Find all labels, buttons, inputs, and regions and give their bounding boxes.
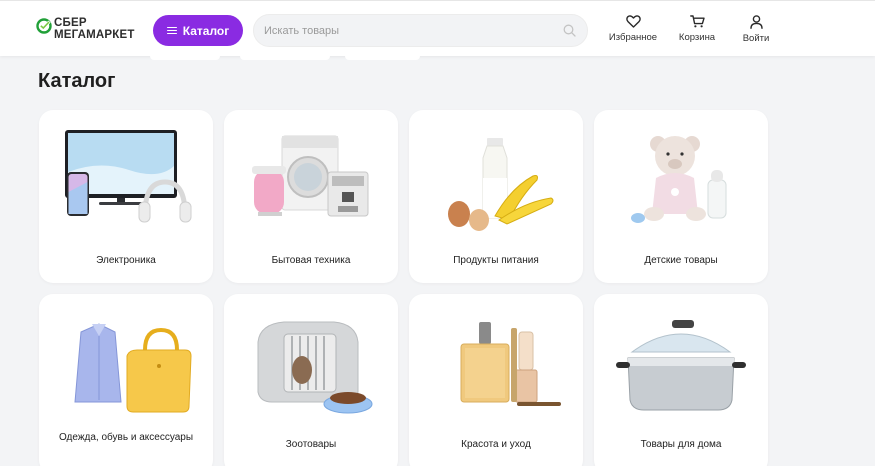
beauty-image	[460, 322, 561, 406]
category-label: Зоотовары	[285, 439, 337, 450]
sber-megamarket-logo[interactable]: СБЕР МЕГАМАРКЕТ	[36, 17, 146, 43]
category-label: Детские товары	[644, 255, 718, 266]
category-card-clothing[interactable]: Одежда, обувь и аксессуары	[39, 294, 213, 466]
category-label: Бытовая техника	[271, 255, 351, 266]
category-label: Одежда, обувь и аксессуары	[58, 432, 194, 443]
cart-icon	[689, 15, 705, 28]
home-appliances-image	[252, 135, 369, 217]
favorites-button[interactable]: Избранное	[603, 15, 663, 47]
catalog-button-label: Каталог	[182, 23, 230, 38]
category-card-kids[interactable]: Детские товары	[594, 110, 768, 283]
pets-image	[257, 321, 373, 414]
favorites-label: Избранное	[608, 32, 658, 43]
food-image	[448, 138, 554, 231]
electronics-image	[65, 130, 192, 223]
scrolled-card-edge	[240, 56, 330, 60]
clothing-image	[74, 323, 192, 413]
category-label: Электроника	[96, 255, 156, 266]
category-card-beauty[interactable]: Красота и уход	[409, 294, 583, 466]
header: СБЕР МЕГАМАРКЕТ Каталог Избранное	[0, 0, 875, 56]
category-card-food[interactable]: Продукты питания	[409, 110, 583, 283]
scrolled-card-edge	[150, 56, 220, 60]
search-bar	[253, 14, 588, 47]
category-label: Красота и уход	[461, 439, 531, 450]
login-label: Войти	[742, 33, 770, 44]
search-input[interactable]	[264, 22, 554, 40]
home-goods-image	[616, 320, 746, 411]
scrolled-card-edge	[345, 56, 420, 60]
category-card-electronics[interactable]: Электроника	[39, 110, 213, 283]
cart-button[interactable]: Корзина	[667, 15, 727, 47]
catalog-button[interactable]: Каталог	[153, 15, 243, 46]
kids-image	[631, 136, 727, 223]
category-card-home-appliances[interactable]: Бытовая техника	[224, 110, 398, 283]
page-title: Каталог	[38, 70, 116, 92]
logo-text-line1: СБЕР	[54, 17, 87, 29]
login-button[interactable]: Войти	[726, 15, 786, 47]
menu-icon	[166, 26, 177, 35]
cart-label: Корзина	[678, 32, 716, 43]
logo-mark-icon	[36, 18, 52, 34]
category-card-home-goods[interactable]: Товары для дома	[594, 294, 768, 466]
category-card-pets[interactable]: Зоотовары	[224, 294, 398, 466]
page: СБЕР МЕГАМАРКЕТ Каталог Избранное	[0, 0, 875, 466]
search-icon[interactable]	[563, 24, 576, 37]
heart-icon	[625, 15, 641, 28]
user-icon	[749, 15, 763, 29]
logo-text-line2: МЕГАМАРКЕТ	[54, 29, 135, 41]
category-label: Продукты питания	[453, 255, 539, 266]
category-label: Товары для дома	[640, 439, 722, 450]
